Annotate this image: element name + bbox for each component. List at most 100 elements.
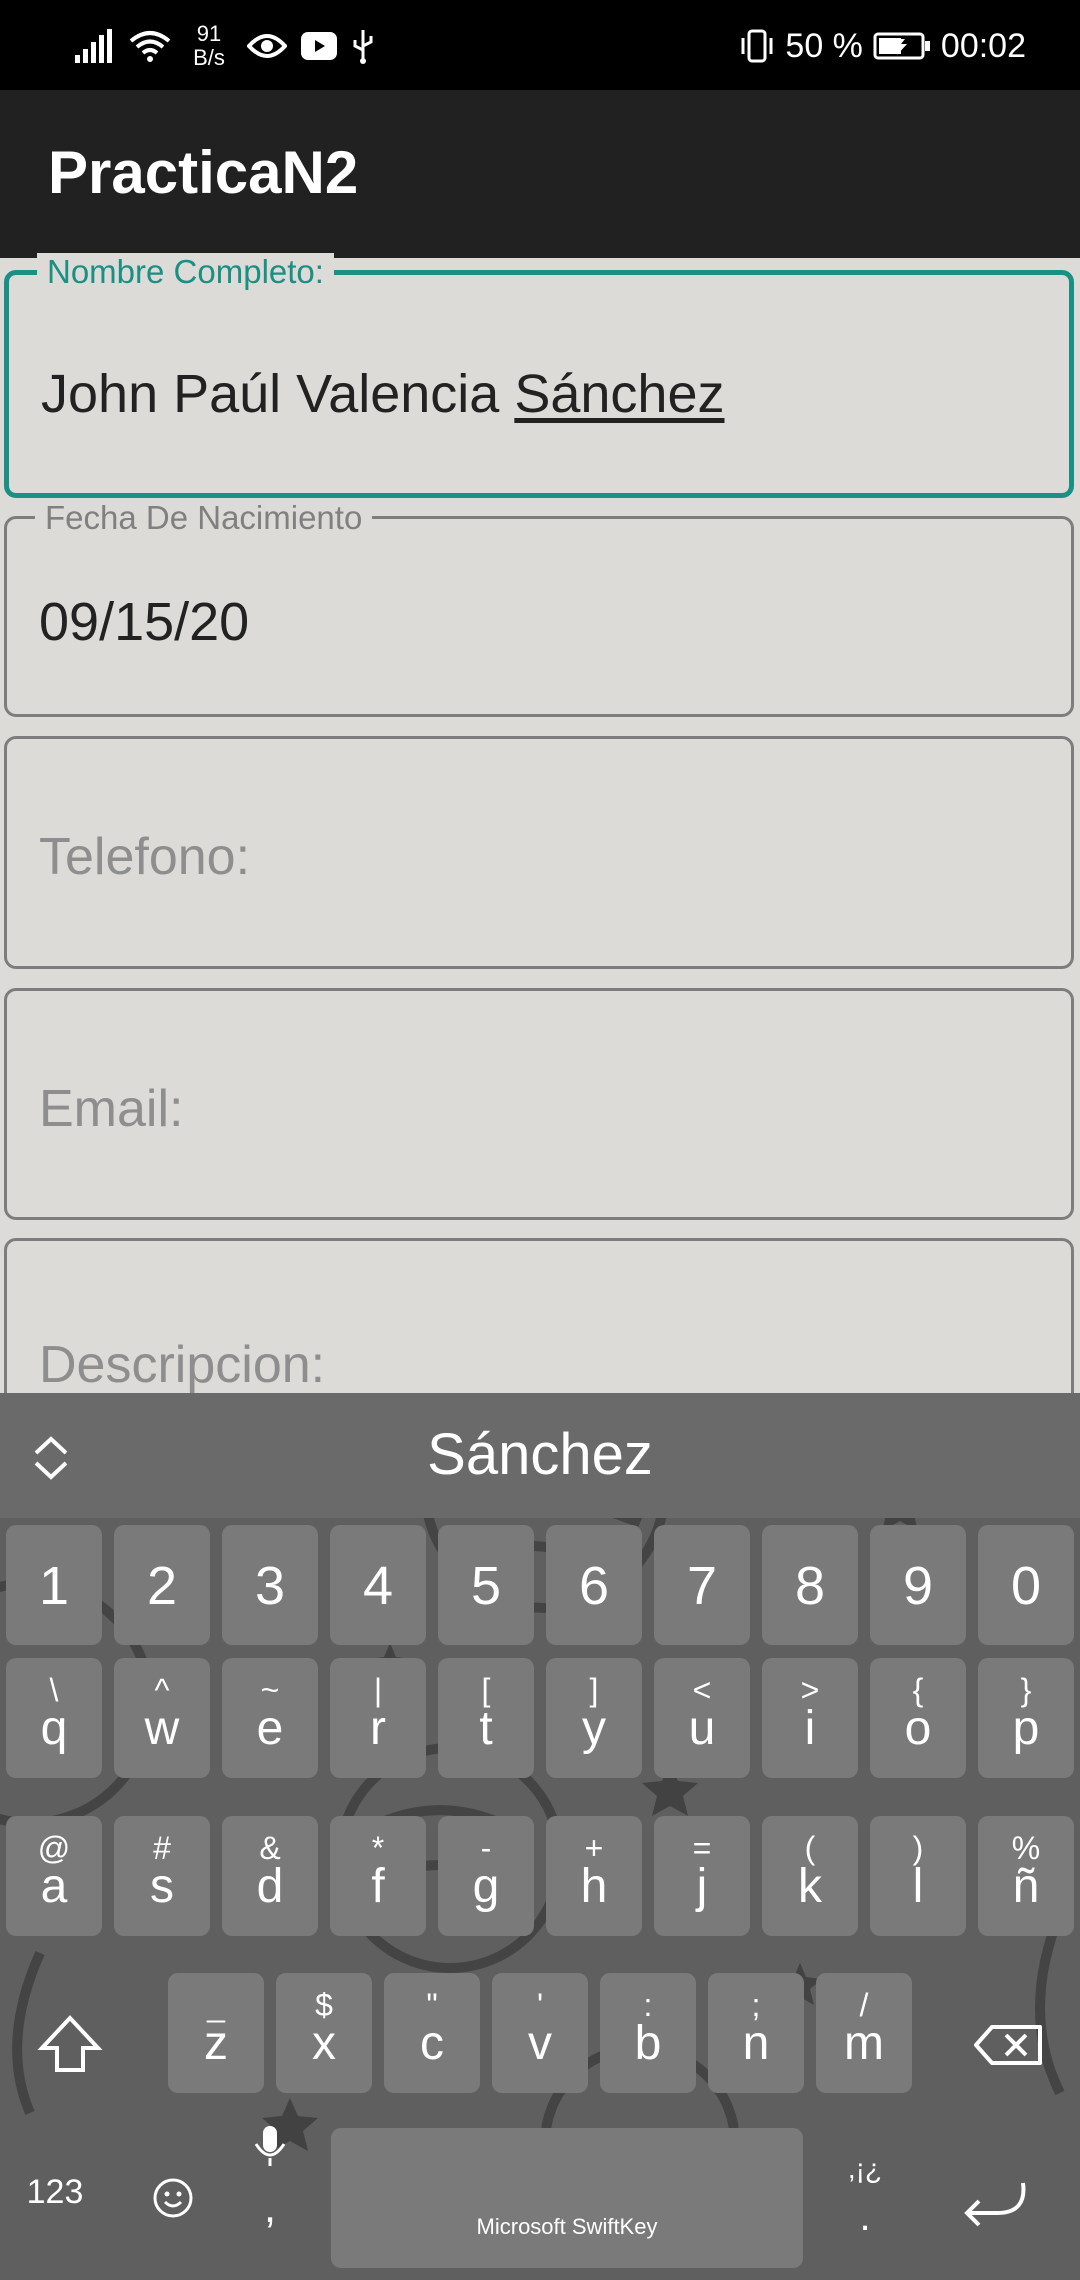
key-label: d <box>256 1860 284 1913</box>
key-r[interactable]: | r <box>330 1658 426 1778</box>
key-y[interactable]: ] y <box>546 1658 642 1778</box>
key-label: 4 <box>362 1556 394 1616</box>
space-key-label: Microsoft SwiftKey <box>476 2214 658 2239</box>
key-8[interactable]: 8 <box>762 1525 858 1645</box>
key-l[interactable]: ) l <box>870 1816 966 1936</box>
key-g[interactable]: -g <box>438 1816 534 1936</box>
battery-percent: 50 % <box>785 26 863 65</box>
key-z[interactable]: _ z <box>168 1973 264 2093</box>
key-t[interactable]: [t <box>438 1658 534 1778</box>
key-label: p <box>1012 1702 1040 1755</box>
suggestion-bar: Sánchez <box>0 1393 1080 1518</box>
key-n[interactable]: ; n <box>708 1973 804 2093</box>
key-m[interactable]: / m <box>816 1973 912 2093</box>
key-7[interactable]: 7 <box>654 1525 750 1645</box>
key-f[interactable]: * f <box>330 1816 426 1936</box>
shift-key[interactable] <box>30 1998 110 2088</box>
key-label: g <box>472 1860 500 1913</box>
key-0[interactable]: 0 <box>978 1525 1074 1645</box>
key-c[interactable]: " c <box>384 1973 480 2093</box>
key-label: j <box>696 1860 708 1913</box>
key-label: c <box>420 2017 444 2070</box>
key-b[interactable]: :b <box>600 1973 696 2093</box>
key-9[interactable]: 9 <box>870 1525 966 1645</box>
key-2[interactable]: 2 <box>114 1525 210 1645</box>
key-label: a <box>40 1860 68 1913</box>
key-4[interactable]: 4 <box>330 1525 426 1645</box>
nombre-completo-field[interactable]: Nombre Completo: John Paúl Valencia Sánc… <box>4 253 1074 498</box>
enter-key[interactable] <box>955 2173 1035 2233</box>
nombre-completo-label: Nombre Completo: <box>37 253 334 291</box>
descripcion-placeholder: Descripcion: <box>39 1336 326 1394</box>
key-d[interactable]: & d <box>222 1816 318 1936</box>
key-label: z <box>204 2017 228 2070</box>
key-w[interactable]: ^ w <box>114 1658 210 1778</box>
key-label: i <box>804 1702 816 1755</box>
key-x[interactable]: $ x <box>276 1973 372 2093</box>
key-label: f <box>371 1860 385 1913</box>
punctuation-alt-label: ,¡¿ <box>847 2153 883 2184</box>
network-speed: 91 B/s <box>185 22 233 70</box>
word-suggestion[interactable]: Sánchez <box>0 1421 1080 1488</box>
key-label: v <box>528 2017 552 2070</box>
emoji-key[interactable] <box>138 2163 208 2233</box>
battery-icon <box>873 31 931 61</box>
emoji-icon <box>153 2178 193 2218</box>
soft-keyboard: Sánchez 1 2 3 4 5 6 7 8 9 0 \ q ^ w ~ e | r[t] y < u > i{o} p @ a… <box>0 1393 1080 2280</box>
key-label: 3 <box>254 1556 286 1616</box>
key-label: e <box>256 1702 284 1755</box>
key-label: ñ <box>1012 1860 1040 1913</box>
key-label: 6 <box>578 1556 610 1616</box>
fecha-nacimiento-label: Fecha De Nacimiento <box>35 499 373 537</box>
key-1[interactable]: 1 <box>6 1525 102 1645</box>
space-key[interactable]: Microsoft SwiftKey <box>331 2128 803 2268</box>
telefono-field[interactable]: Telefono: <box>4 736 1074 969</box>
key-i[interactable]: > i <box>762 1658 858 1778</box>
microphone-icon <box>254 2126 286 2166</box>
nombre-plain-text: John Paúl Valencia <box>41 364 515 424</box>
key-v[interactable]: ' v <box>492 1973 588 2093</box>
key-3[interactable]: 3 <box>222 1525 318 1645</box>
key-label: 7 <box>686 1556 718 1616</box>
key-label: 1 <box>38 1556 70 1616</box>
app-bar: PracticaN2 <box>0 90 1080 258</box>
key-h[interactable]: + h <box>546 1816 642 1936</box>
vibrate-icon <box>739 28 775 64</box>
backspace-icon <box>974 2025 1042 2065</box>
comma-key[interactable]: , <box>240 2118 300 2268</box>
period-key[interactable]: ,¡¿ . <box>835 2153 895 2263</box>
network-speed-unit: B/s <box>193 45 225 70</box>
backspace-key[interactable] <box>970 2005 1050 2085</box>
key-s[interactable]: # s <box>114 1816 210 1936</box>
numbers-key[interactable]: 123 <box>10 2173 100 2233</box>
key-label: 8 <box>794 1556 826 1616</box>
key-label: 5 <box>470 1556 502 1616</box>
key-a[interactable]: @ a <box>6 1816 102 1936</box>
comma-label: , <box>263 2183 277 2232</box>
fecha-nacimiento-field[interactable]: Fecha De Nacimiento 09/15/20 <box>4 499 1074 717</box>
youtube-icon <box>301 32 337 60</box>
key-ñ[interactable]: % ñ <box>978 1816 1074 1936</box>
key-label: k <box>798 1860 822 1913</box>
clock: 00:02 <box>940 26 1026 65</box>
signal-icon <box>75 29 115 63</box>
nombre-completo-value: John Paúl Valencia Sánchez <box>41 363 724 425</box>
key-p[interactable]: } p <box>978 1658 1074 1778</box>
app-title: PracticaN2 <box>48 139 359 206</box>
key-q[interactable]: \ q <box>6 1658 102 1778</box>
status-bar: 91 B/s 50 % 00:02 <box>0 0 1080 90</box>
key-label: t <box>479 1702 493 1755</box>
key-label: o <box>904 1702 932 1755</box>
key-o[interactable]: {o <box>870 1658 966 1778</box>
key-label: x <box>312 2017 336 2070</box>
key-k[interactable]: (k <box>762 1816 858 1936</box>
key-label: s <box>150 1860 174 1913</box>
fecha-nacimiento-value: 09/15/20 <box>39 592 250 652</box>
email-field[interactable]: Email: <box>4 988 1074 1220</box>
key-5[interactable]: 5 <box>438 1525 534 1645</box>
key-e[interactable]: ~ e <box>222 1658 318 1778</box>
key-u[interactable]: < u <box>654 1658 750 1778</box>
key-j[interactable]: = j <box>654 1816 750 1936</box>
key-6[interactable]: 6 <box>546 1525 642 1645</box>
nombre-composing-text: Sánchez <box>514 364 725 424</box>
